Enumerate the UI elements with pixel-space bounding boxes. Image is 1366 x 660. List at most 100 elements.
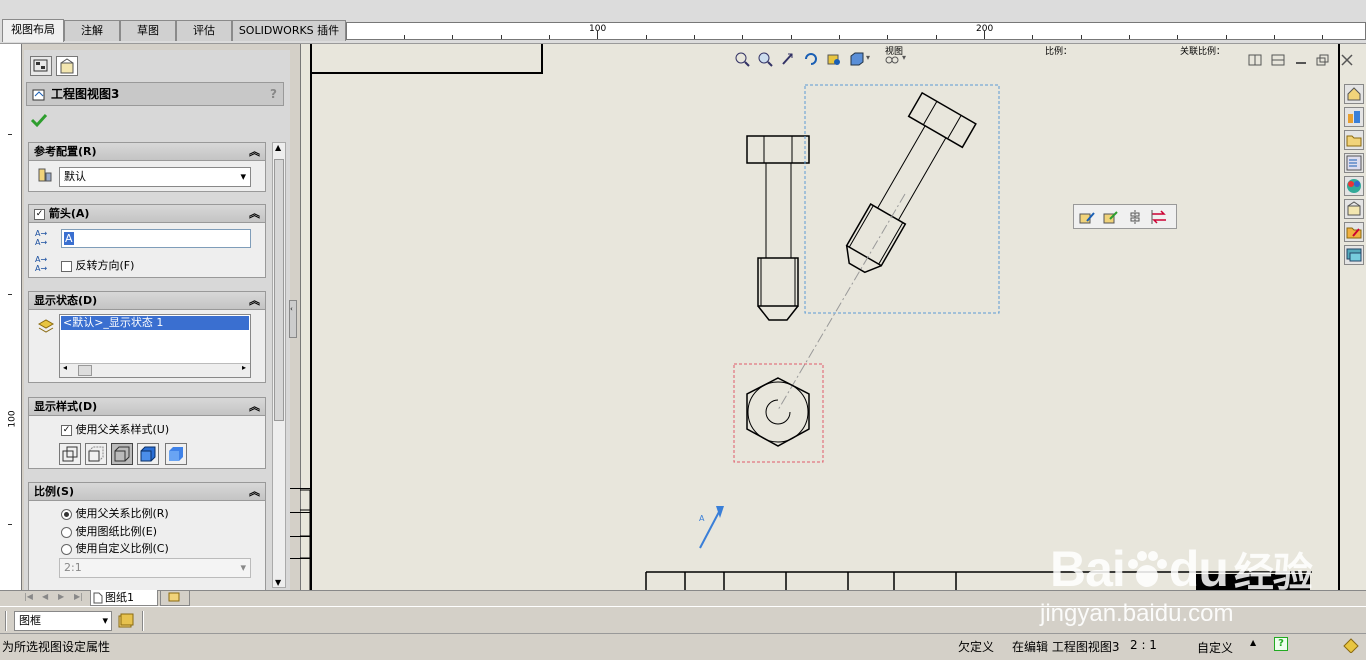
sheet-nav-next-icon[interactable]: ▶	[58, 592, 64, 601]
scroll-down-icon[interactable]: ▼	[275, 578, 281, 587]
collapse-icon[interactable]: ︽	[249, 205, 260, 222]
radio[interactable]	[61, 543, 72, 555]
property-manager-icon	[60, 58, 74, 74]
sheet-nav-prev-icon[interactable]: ◀	[42, 592, 48, 601]
ok-button[interactable]	[30, 112, 48, 131]
section-header[interactable]: 参考配置(R) ︽	[29, 143, 265, 161]
shaded-button[interactable]	[165, 443, 187, 465]
edit-feature-icon[interactable]	[1078, 209, 1096, 225]
open-part-icon[interactable]	[1102, 209, 1120, 225]
tab-annotation[interactable]: 注解	[64, 20, 120, 41]
align-icon[interactable]	[1128, 209, 1142, 225]
arrow-checkbox[interactable]: ✓	[34, 208, 45, 220]
task-pane-forum[interactable]	[1344, 245, 1364, 265]
appearances-icon	[1347, 179, 1361, 193]
task-pane-resources[interactable]	[1344, 107, 1364, 127]
units-selector[interactable]: 自定义	[1197, 639, 1233, 656]
sheet-tab[interactable]: 图纸1	[90, 590, 158, 606]
scale-sheet-option[interactable]: 使用图纸比例(E)	[61, 523, 157, 539]
ruler-label: 200	[976, 24, 994, 34]
units-arrow-icon[interactable]: ▲	[1250, 638, 1256, 647]
sheet-nav-first-icon[interactable]: |◀	[24, 592, 33, 601]
section-title: 比例(S)	[34, 485, 74, 498]
radio[interactable]	[61, 526, 72, 538]
section-header[interactable]: 显示状态(D) ︽	[29, 292, 265, 310]
arrow-label-input[interactable]: A	[61, 229, 251, 248]
sheet-icon	[93, 592, 103, 604]
collapse-icon[interactable]: ︽	[249, 483, 260, 500]
solidworks-window: 视图布局 注解 草图 评估 SOLIDWORKS 插件 100 200 100 …	[0, 0, 1366, 660]
section-title: 箭头(A)	[48, 207, 90, 220]
task-pane-view-palette[interactable]	[1344, 222, 1364, 242]
tab-solidworks-addins[interactable]: SOLIDWORKS 插件	[232, 20, 346, 41]
tab-evaluate[interactable]: 评估	[176, 20, 232, 41]
hidden-lines-visible-button[interactable]	[85, 443, 107, 465]
ruler-label: 100	[7, 410, 18, 428]
shaded-icon	[169, 447, 183, 461]
collapse-icon[interactable]: ︽	[249, 143, 260, 160]
task-pane-appearances[interactable]	[1344, 176, 1364, 196]
hidden-lines-removed-button[interactable]	[111, 443, 133, 465]
help-button[interactable]: ?	[270, 83, 277, 105]
rebuild-tag-icon[interactable]	[1342, 637, 1360, 653]
tab-view-layout[interactable]: 视图布局	[2, 19, 64, 42]
reverse-direction-checkbox[interactable]	[61, 260, 72, 272]
scroll-right-icon[interactable]: ▸	[242, 363, 246, 372]
wireframe-button[interactable]	[59, 443, 81, 465]
task-pane-custom-properties[interactable]	[1344, 199, 1364, 219]
list-item[interactable]: <默认>_显示状态 1	[61, 316, 249, 330]
layer-select[interactable]: 图框 ▾	[14, 611, 112, 631]
use-parent-style-option[interactable]: ✓ 使用父关系样式(U)	[61, 421, 169, 437]
reverse-direction-icon: A→A→	[35, 255, 47, 273]
custom-properties-icon	[1347, 201, 1361, 216]
section-header[interactable]: ✓ 箭头(A) ︽	[29, 205, 265, 223]
add-sheet-tab[interactable]	[160, 590, 190, 606]
option-label: 使用父关系样式(U)	[75, 423, 170, 436]
scale-parent-option[interactable]: 使用父关系比例(R)	[61, 505, 169, 521]
task-pane-file-explorer[interactable]	[1344, 153, 1364, 173]
scale-custom-option[interactable]: 使用自定义比例(C)	[61, 540, 169, 556]
drawing-view-3[interactable]	[830, 91, 977, 283]
task-pane-home[interactable]	[1344, 84, 1364, 104]
section-header[interactable]: 显示样式(D) ︽	[29, 398, 265, 416]
use-parent-style-checkbox[interactable]: ✓	[61, 424, 72, 436]
panel-collapse-handle[interactable]: ‹	[289, 300, 297, 338]
option-label: 使用父关系比例(R)	[75, 507, 169, 520]
collapse-icon[interactable]: ︽	[249, 398, 260, 415]
horizontal-scrollbar[interactable]: ◂ ▸	[60, 363, 250, 377]
collapse-icon[interactable]: ︽	[249, 292, 260, 309]
select-value: 图框	[19, 614, 41, 627]
reference-config-select[interactable]: 默认 ▾	[59, 167, 251, 187]
watermark-url: jingyan.baidu.com	[1040, 600, 1234, 627]
section-header[interactable]: 比例(S) ︽	[29, 483, 265, 501]
custom-scale-select[interactable]: 2:1 ▾	[59, 558, 251, 578]
property-manager-tab[interactable]	[56, 56, 78, 76]
feature-tree-tab[interactable]	[30, 56, 52, 76]
vertical-ruler: 100	[0, 44, 22, 592]
view-arrow[interactable]	[699, 506, 724, 549]
scroll-thumb[interactable]	[274, 159, 284, 421]
view-arrow-label: A	[699, 514, 705, 523]
flip-direction-icon[interactable]	[1150, 209, 1168, 225]
radio-selected[interactable]	[61, 508, 72, 520]
section-arrow: ✓ 箭头(A) ︽ A→ A→ A A→ A→ 反转方向(F)	[28, 204, 266, 278]
sheet-nav-last-icon[interactable]: ▶|	[74, 592, 83, 601]
display-state-list[interactable]: <默认>_显示状态 1 ◂ ▸	[59, 314, 251, 378]
tab-sketch[interactable]: 草图	[120, 20, 176, 41]
property-manager-scrollbar[interactable]: ▲ ▼	[272, 142, 286, 588]
quick-tips-help-button[interactable]: ?	[1274, 637, 1288, 651]
drawing-view-2[interactable]	[746, 377, 810, 447]
chevron-down-icon: ▾	[240, 170, 246, 183]
layer-properties-icon[interactable]	[116, 612, 134, 630]
scroll-thumb[interactable]	[78, 365, 92, 376]
shaded-with-edges-button[interactable]	[137, 443, 159, 465]
reverse-direction-option[interactable]: 反转方向(F)	[61, 257, 134, 273]
drawing-view-1[interactable]	[746, 135, 810, 321]
horizontal-ruler: 100 200	[346, 22, 1366, 40]
scroll-up-icon[interactable]: ▲	[275, 143, 281, 152]
folder-icon	[1346, 135, 1362, 147]
scroll-left-icon[interactable]: ◂	[63, 363, 67, 372]
task-pane-library[interactable]	[1344, 130, 1364, 150]
tab-label: SOLIDWORKS 插件	[238, 24, 340, 37]
display-state-icon	[37, 319, 55, 333]
